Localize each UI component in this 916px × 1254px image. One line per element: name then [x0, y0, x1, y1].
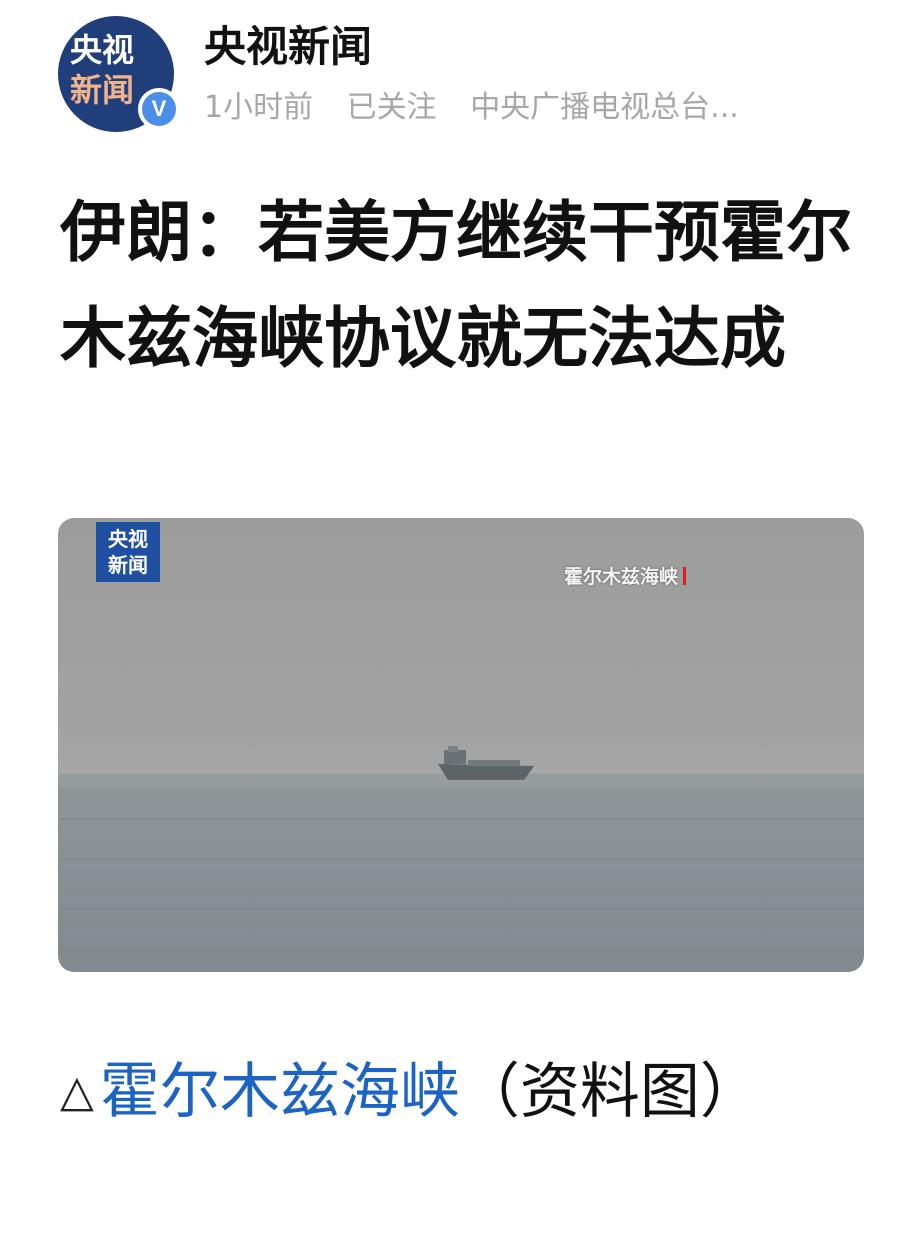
verified-badge-icon: V [138, 88, 180, 130]
ship-silhouette [438, 746, 534, 780]
logo-text-line2: 新闻 [108, 553, 148, 577]
cctv-news-logo: 央视 新闻 [96, 522, 160, 582]
caption-rest: （资料图） [459, 1057, 760, 1127]
avatar-text-line1: 央视 [70, 31, 135, 69]
sea-wave [58, 908, 864, 910]
article-image[interactable]: 央视 新闻 霍尔木兹海峡 [58, 518, 864, 972]
post-time: 1小时前 [204, 90, 314, 125]
account-org: 中央广播电视总台... [470, 90, 739, 125]
triangle-icon: △ [60, 1066, 94, 1117]
post-header: 央视 新闻 V 央视新闻 1小时前 已关注 中央广播电视总台... [58, 14, 858, 134]
account-name[interactable]: 央视新闻 [204, 23, 372, 70]
post-meta: 1小时前 已关注 中央广播电视总台... [204, 90, 763, 126]
article-headline: 伊朗：若美方继续干预霍尔木兹海峡协议就无法达成 [60, 194, 852, 377]
overlay-caption-text: 霍尔木兹海峡 [564, 566, 679, 588]
follow-status[interactable]: 已关注 [347, 90, 437, 125]
logo-text-line1: 央视 [108, 527, 148, 551]
image-overlay-caption: 霍尔木兹海峡 [564, 562, 687, 589]
topic-link[interactable]: 霍尔木兹海峡 [100, 1057, 460, 1127]
sea-wave [58, 818, 864, 820]
sea-wave [58, 948, 864, 950]
sea-wave [58, 858, 864, 860]
caption-accent-bar [683, 567, 687, 585]
image-caption: △ 霍尔木兹海峡（资料图） [60, 1040, 860, 1144]
